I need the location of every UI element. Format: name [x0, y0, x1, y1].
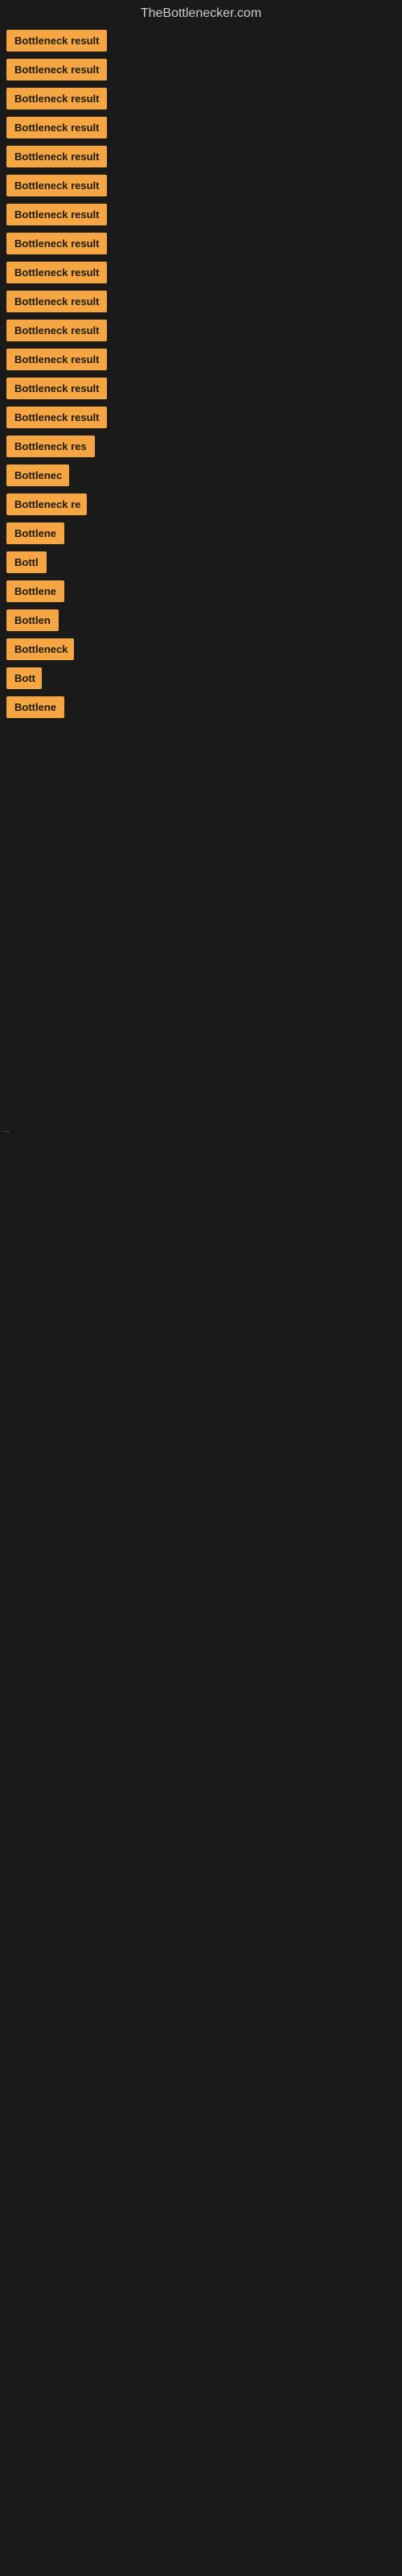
- bottleneck-badge: Bottlene: [6, 580, 64, 602]
- bottleneck-row: Bottleneck result: [0, 27, 402, 53]
- bottleneck-row: Bottleneck result: [0, 172, 402, 198]
- bottleneck-row: Bottleneck result: [0, 114, 402, 140]
- bottleneck-badge: Bottleneck result: [6, 146, 107, 167]
- dot-row: ...: [0, 1125, 402, 1141]
- bottleneck-row: Bottleneck result: [0, 404, 402, 430]
- bottleneck-row: Bottleneck result: [0, 288, 402, 314]
- bottleneck-badge: Bottleneck result: [6, 407, 107, 428]
- dot-indicator: ...: [3, 1125, 10, 1134]
- bottleneck-badge: Bottleneck result: [6, 59, 107, 80]
- bottleneck-badge: Bottleneck result: [6, 175, 107, 196]
- bottleneck-badge: Bottlen: [6, 609, 59, 631]
- bottleneck-row: Bottlenec: [0, 462, 402, 488]
- bottleneck-badge: Bottleneck re: [6, 493, 87, 515]
- bottleneck-row: Bottleneck result: [0, 230, 402, 256]
- site-title: TheBottlenecker.com: [0, 0, 402, 27]
- bottleneck-row: Bottleneck: [0, 636, 402, 662]
- bottleneck-badge: Bottleneck result: [6, 117, 107, 138]
- bottleneck-badge: Bottleneck result: [6, 320, 107, 341]
- bottleneck-badge: Bottleneck result: [6, 30, 107, 52]
- page-wrapper: TheBottlenecker.com Bottleneck resultBot…: [0, 0, 402, 1785]
- bottleneck-row: Bottleneck res: [0, 433, 402, 459]
- bottleneck-row: Bottleneck re: [0, 491, 402, 517]
- bottleneck-badge: Bottleneck: [6, 638, 74, 660]
- bottleneck-row: Bottleneck result: [0, 56, 402, 82]
- bottleneck-badge: Bottleneck result: [6, 88, 107, 109]
- bottleneck-row: Bottleneck result: [0, 259, 402, 285]
- bottleneck-badge: Bottleneck res: [6, 436, 95, 457]
- bottleneck-row: Bottleneck result: [0, 317, 402, 343]
- bottleneck-row: Bott: [0, 665, 402, 691]
- bottleneck-badge: Bottlenec: [6, 464, 69, 486]
- bottleneck-badge: Bottleneck result: [6, 233, 107, 254]
- bottleneck-badge: Bottleneck result: [6, 204, 107, 225]
- bottleneck-badge: Bottleneck result: [6, 349, 107, 370]
- bottleneck-row: Bottlene: [0, 520, 402, 546]
- bottleneck-row: Bottlene: [0, 578, 402, 604]
- bottleneck-row: Bottleneck result: [0, 201, 402, 227]
- bottleneck-badge: Bottleneck result: [6, 378, 107, 399]
- bottleneck-badge: Bottl: [6, 551, 47, 573]
- bottleneck-row: Bottlene: [0, 694, 402, 720]
- items-container: Bottleneck result Bottleneck result Bottle…: [0, 27, 402, 720]
- bottleneck-row: Bottlen: [0, 607, 402, 633]
- spacer-bottom: [0, 1141, 402, 1785]
- bottleneck-badge: Bottlene: [6, 696, 64, 718]
- bottleneck-row: Bottleneck result: [0, 375, 402, 401]
- bottleneck-badge: Bottleneck result: [6, 262, 107, 283]
- bottleneck-badge: Bottleneck result: [6, 291, 107, 312]
- spacer-middle: [0, 723, 402, 1125]
- bottleneck-row: Bottleneck result: [0, 85, 402, 111]
- bottleneck-row: Bottl: [0, 549, 402, 575]
- bottleneck-row: Bottleneck result: [0, 346, 402, 372]
- bottleneck-row: Bottleneck result: [0, 143, 402, 169]
- bottleneck-badge: Bott: [6, 667, 42, 689]
- bottleneck-badge: Bottlene: [6, 522, 64, 544]
